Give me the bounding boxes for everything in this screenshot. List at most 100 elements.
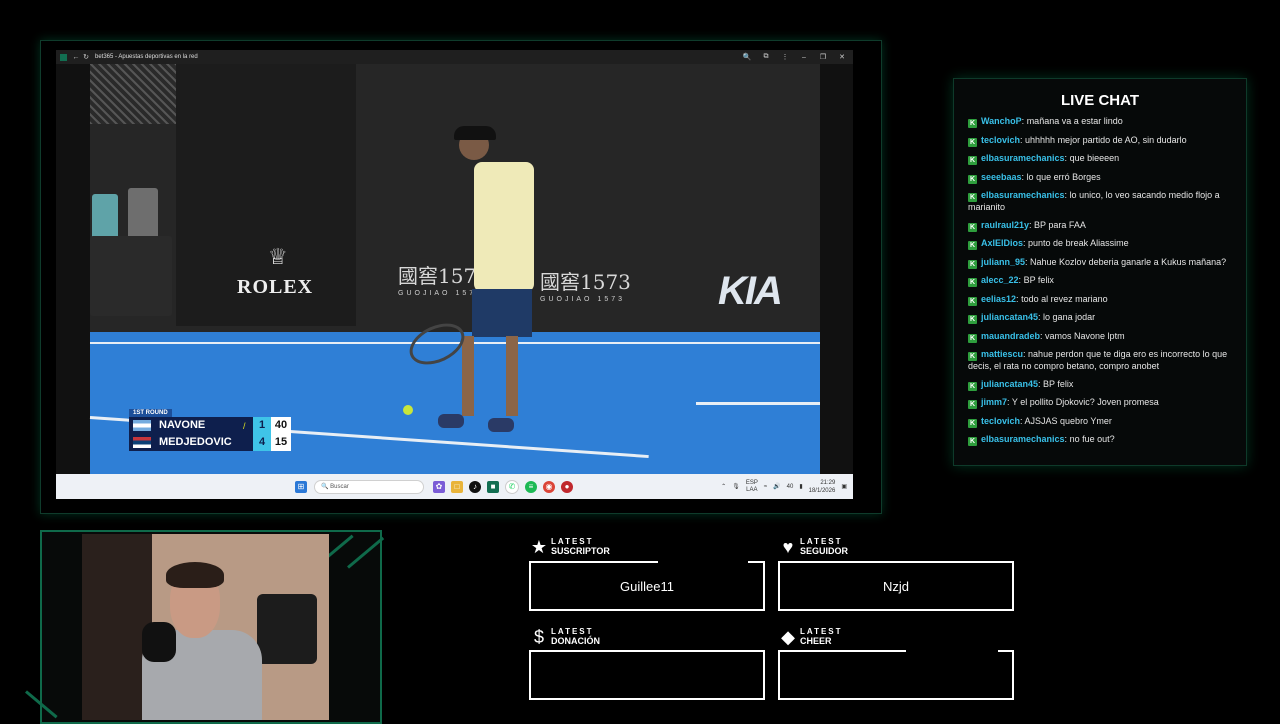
chat-message: Kjuliann_95: Nahue Kozlov deberia ganarl… [968,256,1227,269]
scoreboard-row-player2: MEDJEDOVIC 4 15 [129,434,301,451]
chat-username: WanchoP [981,116,1022,126]
streamer-hair [166,562,224,588]
kick-badge-icon: K [968,156,977,165]
sponsor-guojiao-sub: GUOJIAO 1573 [398,290,484,297]
windows-start-icon[interactable]: ⊞ [295,480,307,493]
webcam-chair [257,594,317,664]
tennis-video-player[interactable]: ♕ ROLEX 國窖1573 GUOJIAO 1573 國窖1573 GUOJI… [56,64,853,474]
zoom-icon[interactable]: 🔍 [742,52,752,62]
notifications-icon[interactable]: ▣ [841,483,847,490]
chat-text: BP felix [1023,275,1054,285]
chat-username: juliancatan45 [981,378,1039,389]
language-top: ESP [745,479,758,486]
alert-label-bottom: CHEER [800,636,832,646]
chat-message: Kteclovich: AJSJAS quebro Ymer [968,415,1112,428]
restore-icon[interactable]: ❐ [818,52,828,62]
whatsapp-icon[interactable]: ✆ [505,479,519,494]
latest-cheer-box [778,650,1014,700]
kick-badge-icon: K [968,400,977,409]
chat-text: lo gana jodar [1043,312,1096,322]
browser-window: ← ↻ bet365 - Apuestas deportivas en la r… [56,50,853,499]
chevron-up-icon[interactable]: ⌃ [721,483,726,490]
argentina-flag-icon [133,420,151,431]
taskbar-search[interactable]: 🔍 Buscar [314,479,424,494]
bet365-favicon [60,53,67,61]
crown-icon: ♕ [268,244,288,269]
kick-badge-icon: K [968,259,977,269]
clock-date: 18/1/2026 [808,487,836,494]
chat-username: juliancatan45 [981,312,1039,322]
battery-icon[interactable]: ▮ [799,483,802,490]
chat-message: Kteclovich: uhhhhh mejor partido de AO, … [968,134,1187,147]
chat-message: Kelbasuramechanics: que bieeeen [968,153,1120,165]
spectator [90,236,172,316]
chat-username: elbasuramechanics [981,434,1065,444]
kick-badge-icon: K [968,222,977,232]
live-chat-title: LIVE CHAT [1060,92,1140,109]
latest-follower-label: ♥ LATEST SEGUIDOR [778,538,849,557]
latest-subscriber-box: Guillee11 [529,561,765,611]
serve-indicator-icon: / [243,420,246,431]
chat-message: Kraulraul21y: BP para FAA [968,219,1086,232]
player-shoe [488,418,514,432]
player-leg [462,336,474,416]
chat-message: K WanchoP: mañana va a estar lindo [968,116,1123,128]
chrome-icon[interactable]: ◉ [543,480,555,493]
sponsor-guojiao: 國窖1573 [540,270,631,294]
browser-titlebar: ← ↻ bet365 - Apuestas deportivas en la r… [56,50,853,64]
serbia-flag-icon [133,437,151,448]
box-border-gap [658,561,748,564]
chat-username: eelias12 [981,293,1017,304]
chat-username: jimm7 [981,397,1008,407]
language-indicator[interactable]: ESP LAA [746,480,758,494]
latest-subscriber-label: ★ LATEST SUSCRIPTOR [529,537,610,557]
window-controls: 🔍 ⧉ ⋮ – ❐ ✕ [742,52,853,62]
minimize-icon[interactable]: – [799,52,809,62]
volume-level: 40 [786,483,794,490]
wifi-icon[interactable]: ≈ [764,484,767,490]
alert-label-top: LATEST [551,537,594,546]
diamond-icon: ◆ [781,627,795,647]
scoreboard-name-cell: NAVONE / [129,417,253,434]
sponsor-kia: KIA [718,269,783,313]
chat-message: Keelias12: todo al revez mariano [968,293,1108,306]
close-icon[interactable]: ✕ [837,52,847,62]
kick-badge-icon: K [968,193,977,202]
kick-badge-icon: K [968,437,977,446]
chat-text: no fue out? [1069,434,1115,444]
latest-follower-value: Nzjd [882,578,909,594]
chat-username: raulraul21y [981,219,1030,230]
scoreboard-round: 1ST ROUND [129,409,172,417]
scoreboard-name-cell: MEDJEDOVIC [129,434,253,451]
spotify-icon[interactable]: ≡ [525,480,537,493]
more-menu-icon[interactable]: ⋮ [780,52,790,62]
live-chat-messages: K WanchoP: mañana va a estar lindo Kteclo… [968,116,1230,451]
microphone [142,622,176,662]
kick-badge-icon: K [968,352,977,361]
back-arrow-icon[interactable]: ← [71,52,81,62]
taskbar-clock[interactable]: 21:29 18/1/2026 [809,479,836,495]
sponsor-guojiao-sub: GUOJIAO 1573 [540,296,626,303]
chat-message: Kelbasuramechanics: no fue out? [968,434,1115,446]
volume-icon[interactable]: 🔊 [773,483,780,490]
player2-sets: 4 [253,434,271,451]
latest-cheer-label: ◆ LATEST CHEER [778,627,843,647]
court-service-line [696,402,820,405]
reload-icon[interactable]: ↻ [81,52,91,62]
tiktok-icon[interactable]: ♪ [469,480,481,493]
app-icon[interactable]: ● [561,480,573,493]
chat-text: uhhhhh mejor partido de AO, sin dudarlo [1025,134,1187,145]
copilot-icon[interactable]: ✿ [433,480,445,493]
bet365-app-icon[interactable]: ■ [487,480,499,493]
alert-label-text: LATEST CHEER [800,628,843,647]
chat-message: Kjuliancatan45: lo gana jodar [968,312,1096,324]
extensions-icon[interactable]: ⧉ [761,52,771,62]
player1-name: NAVONE [155,417,243,434]
alert-label-bottom: SEGUIDOR [800,546,849,556]
box-border-gap [906,650,998,653]
kick-badge-icon: K [968,418,977,428]
microphone-icon[interactable]: 🎙 [732,483,740,490]
star-icon: ★ [530,537,548,557]
file-explorer-icon[interactable]: □ [451,480,463,493]
chat-username: mauandradeb [981,330,1041,341]
